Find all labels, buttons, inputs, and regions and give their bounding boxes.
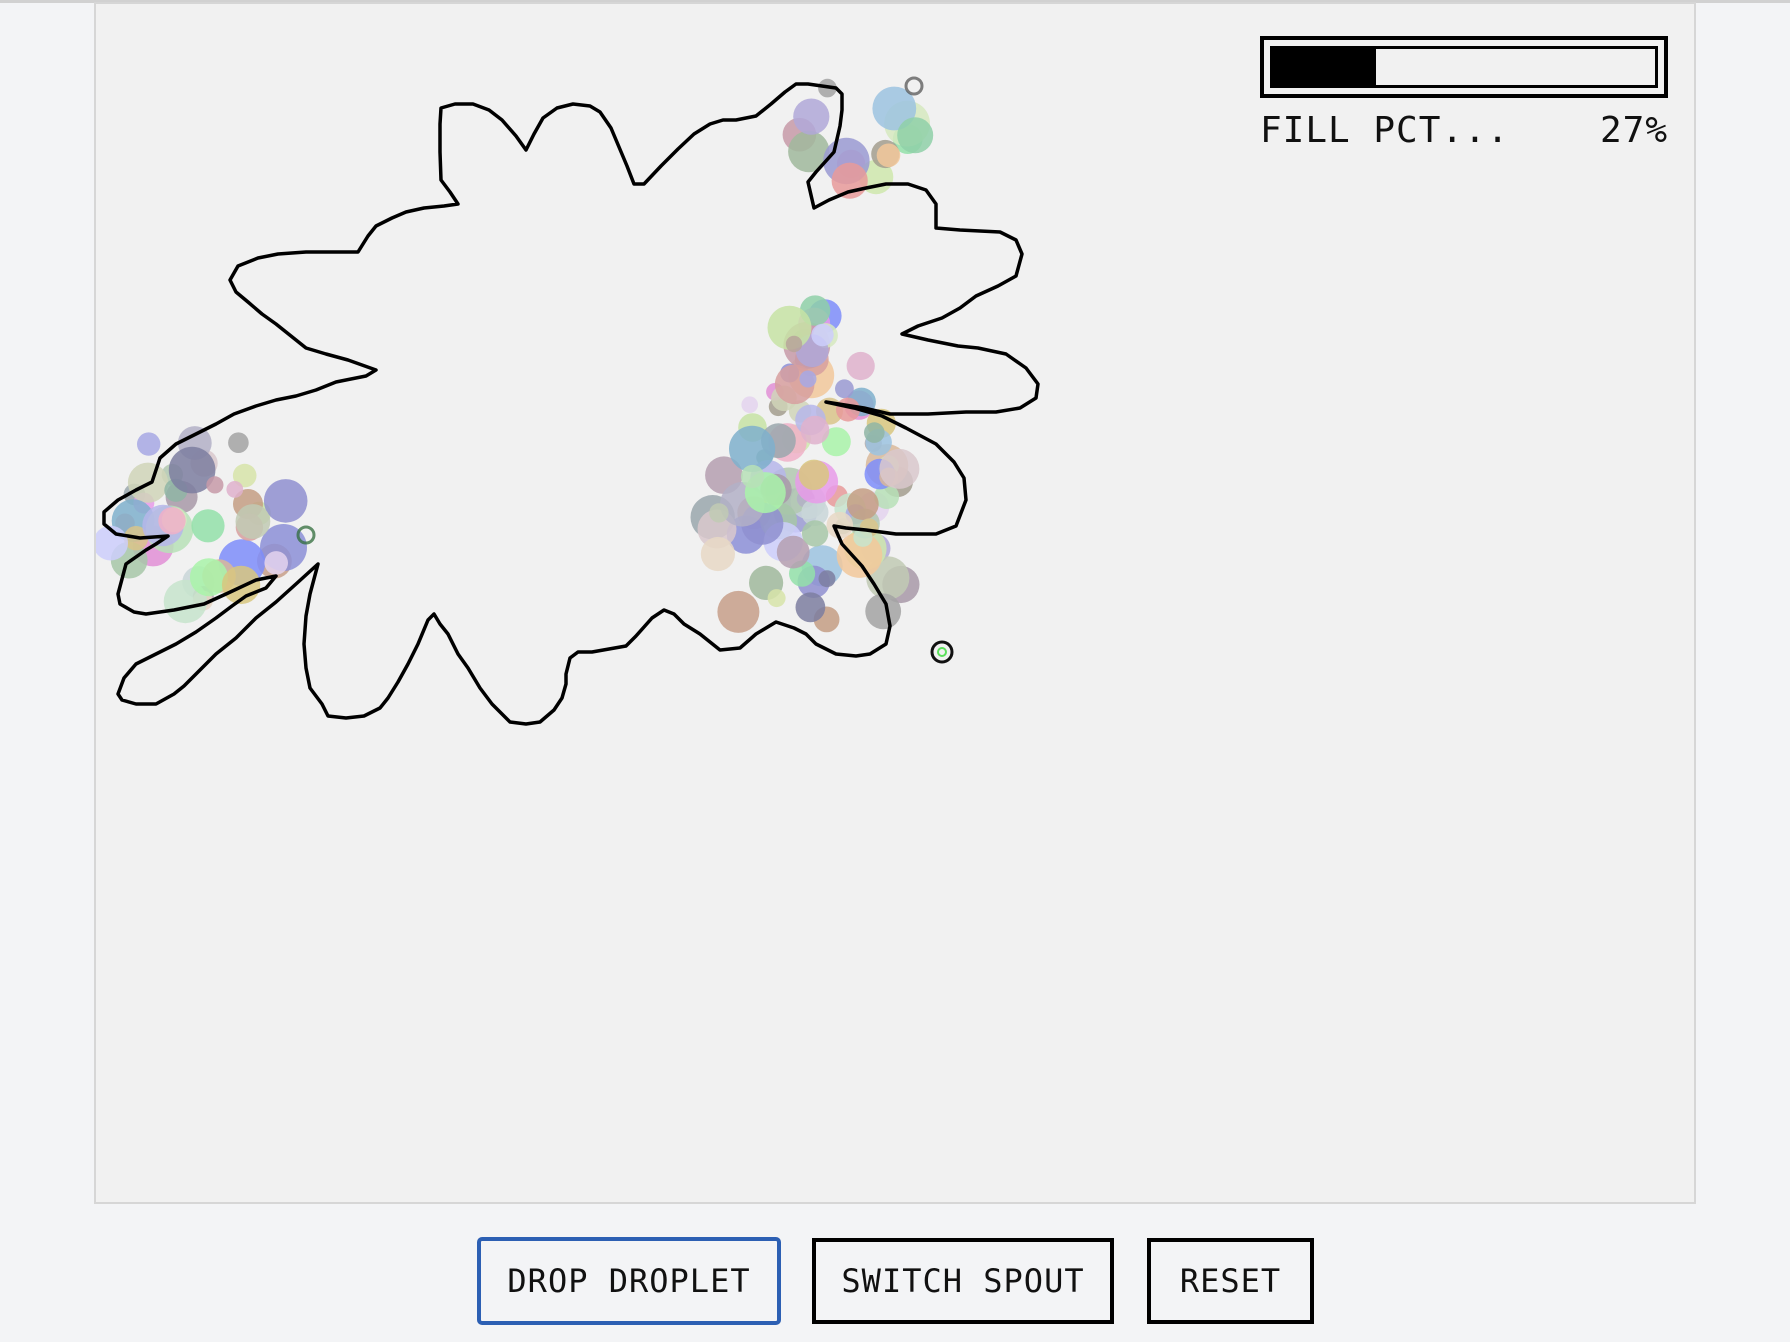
droplet [818, 570, 836, 588]
droplet [709, 503, 729, 523]
droplet [879, 448, 920, 489]
droplet [740, 464, 765, 489]
droplet [264, 551, 288, 575]
spout-active-dot [937, 647, 947, 657]
droplet [864, 422, 885, 443]
spout-ring-top [904, 76, 924, 96]
droplet [795, 592, 826, 623]
droplet [811, 323, 834, 347]
droplet [226, 481, 244, 498]
droplet-layer [96, 78, 934, 633]
game-stage[interactable]: FILL PCT... 27% [94, 2, 1696, 1204]
droplet [206, 476, 224, 494]
fill-hud: FILL PCT... 27% [1260, 36, 1668, 151]
drop-droplet-button[interactable]: DROP DROPLET [478, 1238, 780, 1324]
droplet [876, 143, 901, 168]
droplet [717, 590, 760, 633]
droplet [228, 432, 249, 454]
droplet [846, 488, 879, 520]
droplet [798, 459, 830, 490]
control-bar: DROP DROPLET SWITCH SPOUT RESET [0, 1238, 1790, 1328]
droplet [835, 379, 854, 399]
droplet [191, 509, 225, 543]
fill-value: 27% [1599, 110, 1668, 151]
droplet [799, 370, 817, 388]
droplet [235, 504, 271, 539]
fill-meter [1260, 36, 1668, 98]
droplet [263, 479, 308, 523]
droplet [793, 98, 830, 135]
droplet [800, 415, 830, 445]
fill-meter-bar [1273, 49, 1377, 85]
droplet [846, 351, 875, 381]
fill-label: FILL PCT... [1260, 110, 1510, 151]
container-outline [102, 82, 1040, 726]
fill-meter-track [1270, 46, 1658, 88]
droplet [700, 536, 736, 572]
droplet [137, 432, 161, 456]
droplet [767, 589, 786, 608]
switch-spout-button[interactable]: SWITCH SPOUT [812, 1238, 1114, 1324]
fill-readout: FILL PCT... 27% [1260, 110, 1668, 151]
droplet [158, 507, 186, 535]
spout-active-indicator [930, 640, 954, 664]
droplet [801, 520, 829, 547]
droplet [897, 117, 934, 154]
droplet [785, 335, 803, 353]
droplet [741, 396, 758, 414]
scene-canvas [96, 76, 1040, 726]
reset-button[interactable]: RESET [1147, 1238, 1314, 1324]
droplet [189, 558, 228, 597]
